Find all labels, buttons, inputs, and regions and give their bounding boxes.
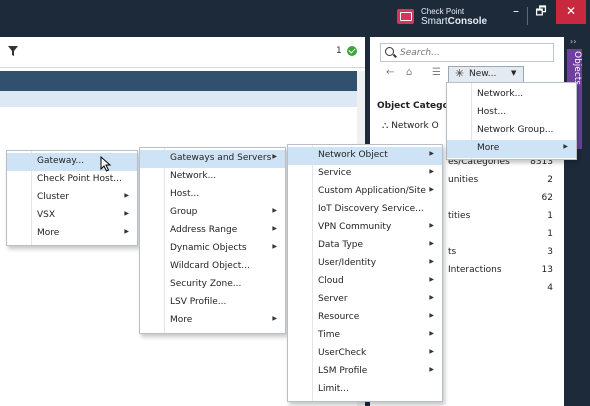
menu-item-data-type[interactable]: Data Type ▶	[288, 237, 442, 255]
main-toolbar: 1	[0, 37, 365, 68]
submenu-arrow-icon: ▶	[563, 143, 568, 150]
submenu-arrow-icon: ▶	[124, 210, 129, 217]
submenu-arrow-icon: ▶	[272, 153, 277, 160]
logo-line1: Check Point	[421, 7, 465, 16]
chevron-down-icon: ▼	[511, 69, 517, 77]
menu-item-dynamic-objects[interactable]: Dynamic Objects ▶	[140, 240, 285, 258]
minimize-button[interactable]: –	[505, 0, 527, 24]
menu-item-more[interactable]: More ▶	[7, 225, 137, 243]
home-icon[interactable]: ⌂	[406, 67, 412, 78]
menu-item-lsv-profile[interactable]: LSV Profile...	[140, 294, 285, 312]
menu-item-network-object[interactable]: Network Object ▶	[288, 147, 442, 165]
menu-item-vsx[interactable]: VSX ▶	[7, 207, 137, 225]
new-star-icon: ✳	[455, 67, 465, 80]
gateways-servers-menu: Gateways and Servers ▶ Network... Host...…	[139, 147, 286, 334]
submenu-arrow-icon: ▶	[124, 192, 129, 199]
menu-item-network[interactable]: Network...	[140, 168, 285, 186]
submenu-arrow-icon: ▶	[272, 243, 277, 250]
menu-item-cluster[interactable]: Cluster ▶	[7, 189, 137, 207]
menu-item-vpn-community[interactable]: VPN Community ▶	[288, 219, 442, 237]
logo-line2: SmartConsole	[421, 16, 488, 27]
new-menu: Network... Host... Network Group... More…	[446, 82, 577, 160]
submenu-arrow-icon: ▶	[429, 222, 434, 229]
menu-item-limit[interactable]: Limit...	[288, 381, 442, 399]
smartconsole-logo-icon	[397, 9, 414, 24]
gateway-menu: Gateway... Check Point Host... Cluster ▶ …	[6, 150, 138, 246]
new-menu-network[interactable]: Network...	[447, 86, 576, 104]
filter-icon[interactable]	[8, 46, 18, 56]
submenu-arrow-icon: ▶	[429, 186, 434, 193]
objects-tab-label: Objects	[572, 51, 582, 86]
menu-item-host[interactable]: Host...	[140, 186, 285, 204]
submenu-arrow-icon: ▶	[429, 168, 434, 175]
result-count: 1	[336, 46, 342, 56]
mouse-cursor-icon	[100, 156, 112, 172]
submenu-arrow-icon: ▶	[429, 276, 434, 283]
menu-item-custom-app[interactable]: Custom Application/Site ▶	[288, 183, 442, 201]
submenu-arrow-icon: ▶	[429, 366, 434, 373]
menu-item-security-zone[interactable]: Security Zone...	[140, 276, 285, 294]
menu-item-lsm-profile[interactable]: LSM Profile ▶	[288, 363, 442, 381]
menu-item-cp-host[interactable]: Check Point Host...	[7, 171, 137, 189]
submenu-arrow-icon: ▶	[429, 240, 434, 247]
search-icon	[385, 47, 394, 56]
checkpoint-logo: Check Point SmartConsole	[397, 7, 517, 29]
expand-chevron-icon[interactable]: ››	[570, 37, 576, 46]
table-header-bar	[0, 71, 357, 91]
menu-item-more[interactable]: More ▶	[140, 312, 285, 330]
network-icon: ⛬	[382, 121, 389, 131]
submenu-arrow-icon: ▶	[429, 150, 434, 157]
title-bar: Check Point SmartConsole – 🗗 ✕	[0, 0, 590, 33]
network-row-label: Network O	[391, 121, 439, 131]
submenu-arrow-icon: ▶	[429, 258, 434, 265]
search-box[interactable]	[380, 43, 554, 62]
submenu-arrow-icon: ▶	[429, 330, 434, 337]
new-menu-network-group[interactable]: Network Group...	[447, 122, 576, 140]
submenu-arrow-icon: ▶	[429, 348, 434, 355]
menu-item-iot-discovery[interactable]: IoT Discovery Service...	[288, 201, 442, 219]
menu-item-user-identity[interactable]: User/Identity ▶	[288, 255, 442, 273]
restore-button[interactable]: 🗗	[530, 0, 552, 24]
menu-item-cloud[interactable]: Cloud ▶	[288, 273, 442, 291]
submenu-arrow-icon: ▶	[272, 207, 277, 214]
new-menu-host[interactable]: Host...	[447, 104, 576, 122]
network-object-menu: Network Object ▶ Service ▶ Custom Applicat…	[287, 144, 443, 402]
object-categories-title: Object Catego	[377, 101, 449, 111]
menu-item-server[interactable]: Server ▶	[288, 291, 442, 309]
back-arrow-icon[interactable]: ←	[386, 67, 394, 78]
submenu-arrow-icon: ▶	[272, 315, 277, 322]
selected-row[interactable]	[0, 91, 357, 107]
submenu-arrow-icon: ▶	[429, 312, 434, 319]
menu-item-address-range[interactable]: Address Range ▶	[140, 222, 285, 240]
menu-item-service[interactable]: Service ▶	[288, 165, 442, 183]
status-ok-icon	[347, 46, 357, 56]
new-menu-more[interactable]: More ▶	[447, 140, 576, 158]
menu-item-gateway[interactable]: Gateway...	[7, 153, 137, 171]
menu-item-resource[interactable]: Resource ▶	[288, 309, 442, 327]
submenu-arrow-icon: ▶	[124, 228, 129, 235]
list-view-icon[interactable]: ☰	[432, 67, 441, 78]
menu-item-group[interactable]: Group ▶	[140, 204, 285, 222]
submenu-arrow-icon: ▶	[272, 225, 277, 232]
menu-item-wildcard[interactable]: Wildcard Object...	[140, 258, 285, 276]
menu-item-time[interactable]: Time ▶	[288, 327, 442, 345]
submenu-arrow-icon: ▶	[429, 294, 434, 301]
title-separator	[527, 7, 528, 25]
menu-item-usercheck[interactable]: UserCheck ▶	[288, 345, 442, 363]
menu-item-gateways-servers[interactable]: Gateways and Servers ▶	[140, 150, 285, 168]
network-objects-row[interactable]: ⛬ Network O	[382, 121, 439, 131]
close-button[interactable]: ✕	[556, 0, 586, 24]
search-input[interactable]	[398, 45, 552, 60]
